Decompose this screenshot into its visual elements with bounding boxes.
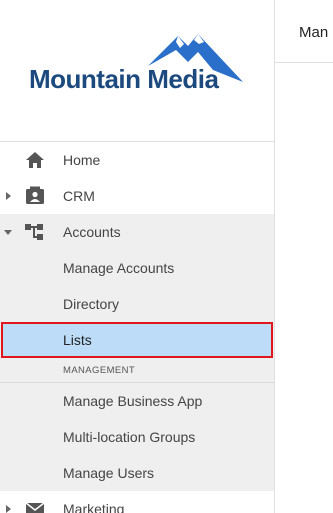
sidebar-subitem-directory[interactable]: Directory [0, 286, 274, 322]
sidebar-nav: Home CRM Accounts Manage Accounts Direct… [0, 142, 274, 513]
sidebar-subitem-manage-accounts[interactable]: Manage Accounts [0, 250, 274, 286]
sidebar-item-marketing[interactable]: Marketing [0, 491, 274, 513]
sidebar-item-label: Accounts [63, 224, 121, 240]
logo-text: Mountain Media [29, 64, 219, 94]
sidebar-item-accounts[interactable]: Accounts [0, 214, 274, 250]
sidebar-subitem-multi-location-groups[interactable]: Multi-location Groups [0, 419, 274, 455]
main-header: Man [275, 0, 333, 63]
sidebar-subitem-lists[interactable]: Lists [1, 322, 273, 358]
section-header-management: MANAGEMENT [0, 358, 274, 383]
home-icon [26, 152, 44, 168]
chevron-down-icon[interactable] [4, 229, 12, 235]
logo-area: Mountain Media [0, 0, 274, 142]
sidebar-item-label: Marketing [63, 501, 125, 513]
accounts-group: Accounts Manage Accounts Directory Lists… [0, 214, 274, 491]
sidebar-item-crm[interactable]: CRM [0, 178, 274, 214]
mail-icon [25, 502, 45, 513]
sidebar-subitem-manage-business-app[interactable]: Manage Business App [0, 383, 274, 419]
chevron-right-icon[interactable] [6, 505, 11, 513]
hierarchy-icon [25, 224, 43, 240]
sidebar-item-label: Home [63, 152, 101, 168]
sidebar-item-home[interactable]: Home [0, 142, 274, 178]
contact-card-icon [26, 186, 44, 204]
main-content: Man [275, 0, 333, 513]
chevron-right-icon[interactable] [6, 192, 11, 200]
sidebar: Mountain Media Home CRM Accounts Manage … [0, 0, 275, 513]
sidebar-subitem-manage-users[interactable]: Manage Users [0, 455, 274, 491]
sidebar-item-label: CRM [63, 188, 95, 204]
page-title: Man [299, 24, 329, 41]
